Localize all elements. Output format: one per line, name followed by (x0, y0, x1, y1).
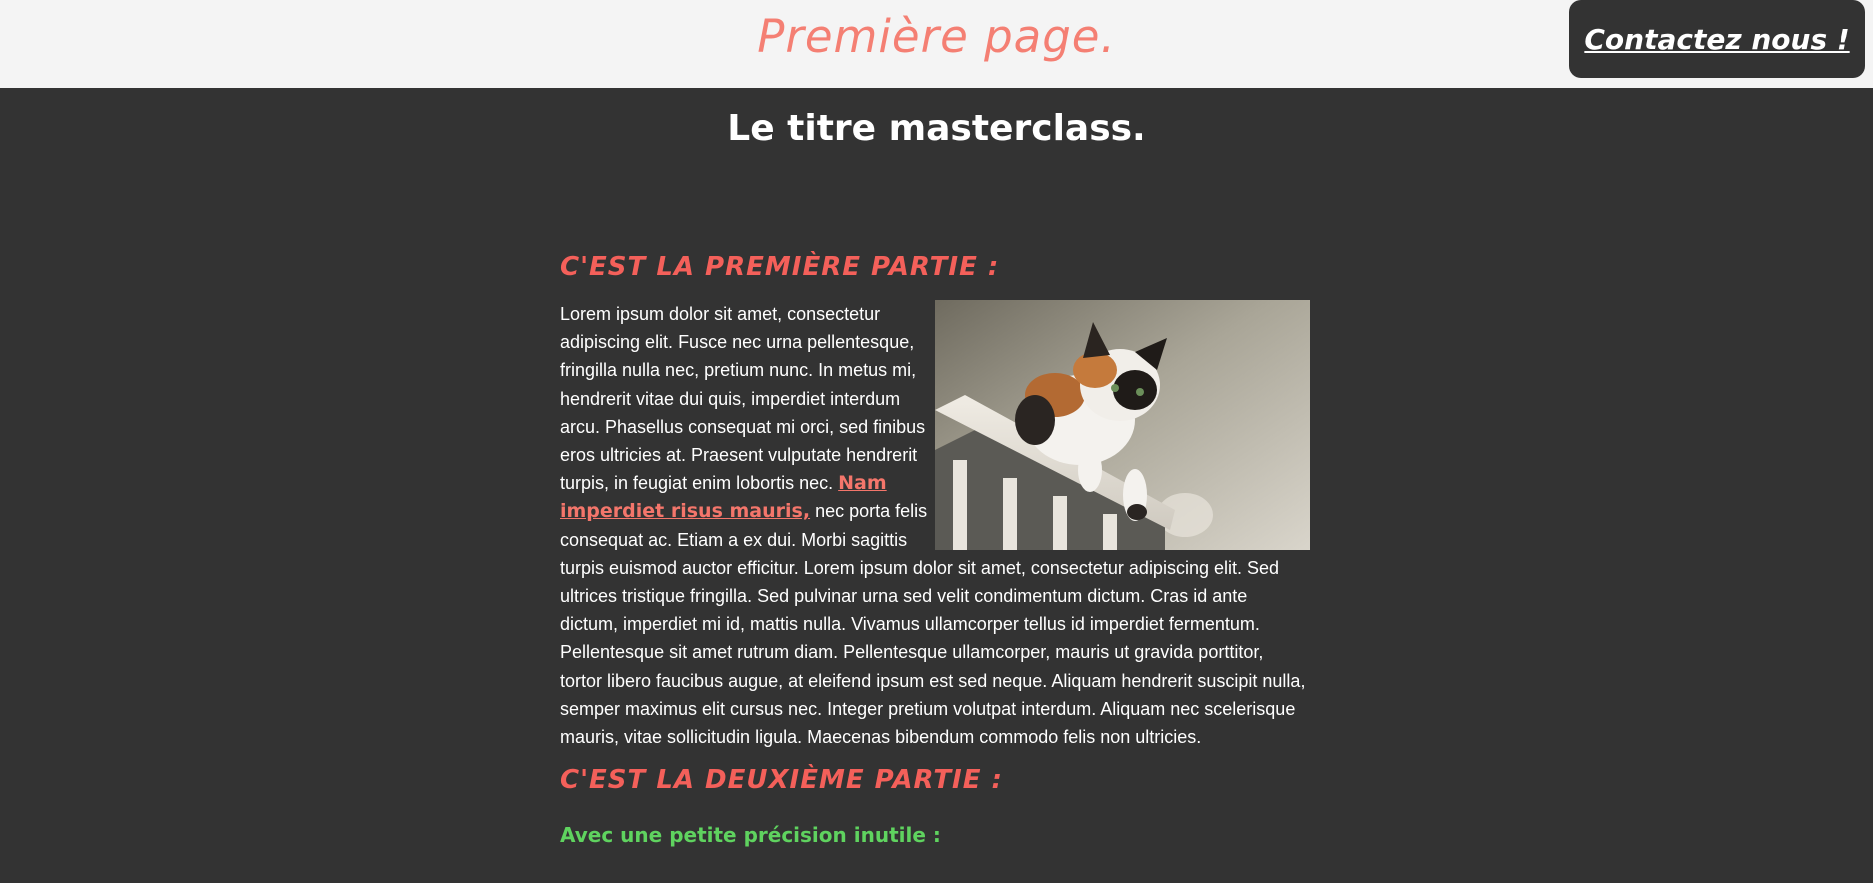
cat-photo (935, 300, 1310, 550)
section-body-text: Lorem ipsum dolor sit amet, consectetur … (560, 300, 1310, 751)
cat-illustration (935, 300, 1310, 550)
contact-button[interactable]: Contactez nous ! (1569, 0, 1865, 78)
header-bar: Première page. Contactez nous ! (0, 0, 1873, 88)
section-heading-second: C'EST LA DEUXIÈME PARTIE : (560, 765, 1003, 796)
section-subheading: Avec une petite précision inutile : (560, 823, 941, 848)
section-text-intro: Lorem ipsum dolor sit amet, consectetur … (560, 304, 926, 494)
section-heading-first: C'EST LA PREMIÈRE PARTIE : (560, 252, 1000, 282)
article: C'EST LA PREMIÈRE PARTIE : Lorem ipsum d… (560, 252, 1310, 847)
main-title: Le titre masterclass. (727, 108, 1146, 149)
